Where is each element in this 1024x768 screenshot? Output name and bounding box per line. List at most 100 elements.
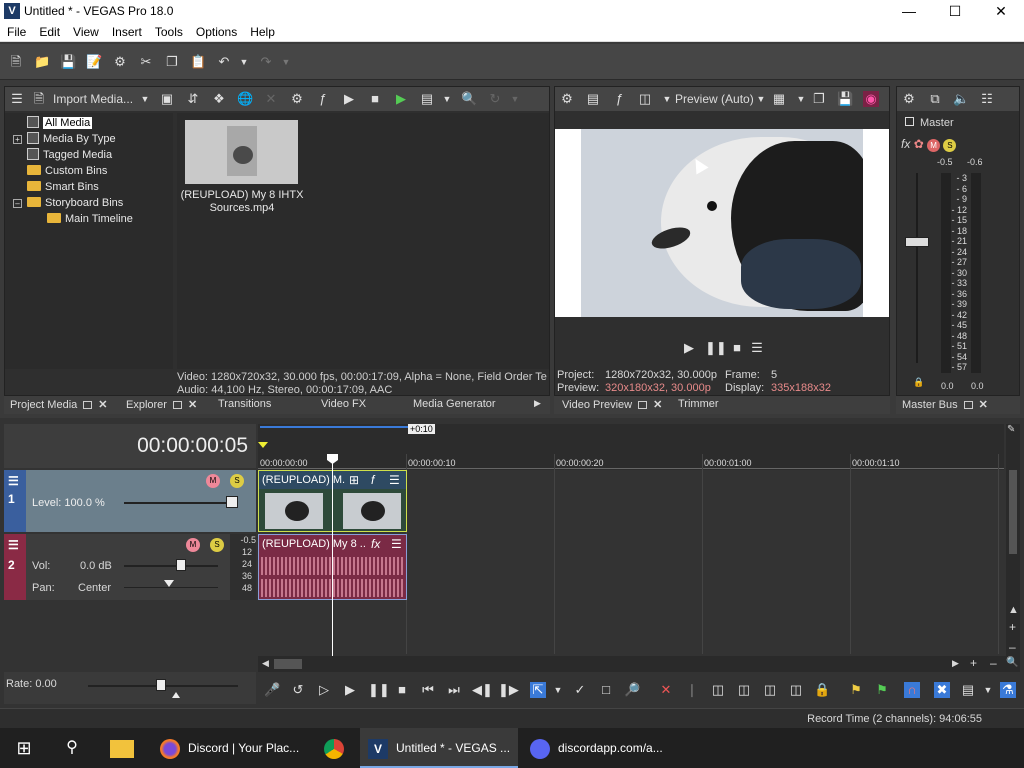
play-preview-icon[interactable]: ▶ bbox=[341, 91, 357, 107]
selection-tool-icon[interactable]: □ bbox=[598, 682, 614, 698]
capture-icon[interactable]: ▣ bbox=[159, 91, 175, 107]
media-properties-gear-icon[interactable]: ⚙ bbox=[289, 91, 305, 107]
overlays-dropdown-icon[interactable]: ▼ bbox=[793, 91, 809, 107]
undo-dropdown-icon[interactable]: ▼ bbox=[236, 54, 252, 70]
open-folder-icon[interactable]: 📁 bbox=[34, 54, 50, 70]
save-icon[interactable]: 💾 bbox=[60, 54, 76, 70]
track-menu-icon[interactable]: ☰ bbox=[8, 538, 19, 552]
next-frame-icon[interactable]: ❚▶ bbox=[498, 682, 519, 698]
master-properties-gear-icon[interactable]: ⚙ bbox=[901, 91, 917, 107]
views-dropdown-icon[interactable]: ▼ bbox=[439, 91, 455, 107]
color-sampler-icon[interactable]: ◉ bbox=[863, 91, 879, 107]
zoom-out-vertical-icon[interactable]: – bbox=[1009, 640, 1016, 654]
search-taskbar-icon[interactable]: ⚲ bbox=[48, 728, 96, 768]
minimize-button[interactable]: — bbox=[886, 0, 932, 22]
auto-crossfade-icon[interactable]: ✖ bbox=[934, 682, 950, 698]
new-project-icon[interactable]: 🗎 bbox=[8, 54, 24, 70]
auto-ripple-icon[interactable]: ▤ bbox=[960, 682, 976, 698]
vol-slider-track[interactable] bbox=[124, 565, 218, 567]
tree-all-media[interactable]: All Media bbox=[27, 116, 93, 131]
preview-properties-gear-icon[interactable]: ⚙ bbox=[559, 91, 575, 107]
split-dropdown-icon[interactable]: ▼ bbox=[659, 91, 675, 107]
undo-icon[interactable]: ↶ bbox=[216, 54, 232, 70]
trim-start-icon[interactable]: ❘ bbox=[684, 682, 700, 698]
lock-event-icon[interactable]: 🔒 bbox=[814, 682, 830, 698]
file-explorer-icon[interactable] bbox=[100, 728, 144, 768]
views-icon[interactable]: ▤ bbox=[419, 91, 435, 107]
audio-mute-icon[interactable]: M bbox=[186, 538, 200, 552]
tree-smart-bins[interactable]: Smart Bins bbox=[27, 180, 99, 195]
playhead-cursor[interactable] bbox=[332, 454, 333, 656]
go-to-end-icon[interactable]: ⏭ bbox=[446, 682, 462, 698]
split-screen-icon[interactable]: ◫ bbox=[637, 91, 653, 107]
audio-event-fx-icon[interactable]: fx bbox=[371, 537, 380, 551]
master-automation-icon[interactable]: ✿ bbox=[914, 137, 924, 151]
undock-icon[interactable] bbox=[638, 401, 648, 409]
timeline-horizontal-scrollbar[interactable]: ◀ ▶ + – 🔍 bbox=[258, 656, 1020, 672]
import-media-icon[interactable]: 🗎 bbox=[31, 91, 47, 107]
marker-start-icon[interactable] bbox=[258, 442, 268, 448]
master-square-icon[interactable] bbox=[905, 117, 914, 126]
menu-tools[interactable]: Tools bbox=[148, 22, 189, 39]
paste-icon[interactable]: 📋 bbox=[190, 54, 206, 70]
video-level-slider-handle[interactable] bbox=[226, 496, 238, 508]
tree-tagged-media[interactable]: Tagged Media bbox=[27, 148, 112, 163]
timeline-zoom-tool-icon[interactable]: 🔎 bbox=[624, 682, 640, 698]
auto-ripple-dropdown-icon[interactable]: ▼ bbox=[980, 682, 996, 698]
timeline-marker-icon[interactable]: ✎ bbox=[1007, 424, 1015, 435]
timecode-display[interactable]: 00:00:00:05 bbox=[137, 434, 248, 458]
master-lock-icon[interactable]: 🔒 bbox=[913, 377, 924, 388]
remove-unused-icon[interactable]: ❖ bbox=[211, 91, 227, 107]
cut-icon[interactable]: ✂ bbox=[138, 54, 154, 70]
media-menu-icon[interactable]: ☰ bbox=[9, 91, 25, 107]
play-from-start-icon[interactable]: ▷ bbox=[316, 682, 332, 698]
preview-pause-icon[interactable]: ❚❚ bbox=[705, 340, 727, 356]
horizontal-scroll-thumb[interactable] bbox=[274, 659, 302, 669]
tab-video-preview[interactable]: Video Preview ✕ bbox=[562, 398, 662, 411]
menu-insert[interactable]: Insert bbox=[105, 22, 148, 39]
scroll-up-icon[interactable]: ▲ bbox=[1008, 604, 1019, 616]
trim-end-icon[interactable]: ◫ bbox=[736, 682, 752, 698]
close-tab-icon[interactable]: ✕ bbox=[653, 399, 662, 411]
audio-clip-menu-icon[interactable]: ☰ bbox=[391, 537, 402, 551]
tab-trimmer[interactable]: Trimmer bbox=[678, 398, 719, 410]
event-fx-icon[interactable]: f bbox=[371, 473, 374, 487]
pan-slider-track[interactable] bbox=[124, 587, 218, 588]
search-icon[interactable]: 🔍 bbox=[461, 91, 477, 107]
tab-master-bus[interactable]: Master Bus ✕ bbox=[902, 398, 988, 411]
zoom-in-horizontal-icon[interactable]: + bbox=[970, 656, 977, 670]
copy-icon[interactable]: ❐ bbox=[164, 54, 180, 70]
web-media-icon[interactable]: 🌐 bbox=[237, 91, 253, 107]
insert-marker-icon[interactable]: ⚑ bbox=[848, 682, 864, 698]
pan-crop-icon[interactable]: ⊞ bbox=[349, 473, 359, 487]
menu-view[interactable]: View bbox=[66, 22, 105, 39]
video-mute-icon[interactable]: M bbox=[206, 474, 220, 488]
taskbar-vegas[interactable]: V Untitled * - VEGAS ... bbox=[360, 728, 518, 768]
close-tab-icon[interactable]: ✕ bbox=[98, 399, 107, 411]
close-button[interactable]: ✕ bbox=[978, 0, 1024, 22]
undock-icon[interactable] bbox=[83, 401, 93, 409]
video-track-header[interactable]: M S Level: 100.0 % bbox=[26, 470, 256, 532]
master-fx-icon[interactable]: fx bbox=[901, 137, 910, 151]
overlays-grid-icon[interactable]: ▦ bbox=[771, 91, 787, 107]
menu-help[interactable]: Help bbox=[243, 22, 281, 39]
ripple-icon[interactable]: ◫ bbox=[788, 682, 804, 698]
media-thumbnail[interactable] bbox=[185, 120, 298, 184]
auto-preview-icon[interactable]: ▶ bbox=[393, 91, 409, 107]
preview-play-icon[interactable]: ▶ bbox=[681, 340, 697, 356]
video-track-number[interactable]: ☰ 1 bbox=[4, 470, 26, 532]
master-solo-icon[interactable]: S bbox=[943, 139, 957, 152]
audio-track-number[interactable]: ☰ 2 bbox=[4, 534, 26, 600]
insert-region-icon[interactable]: ⚑ bbox=[874, 682, 890, 698]
tab-project-media[interactable]: Project Media ✕ bbox=[10, 398, 107, 411]
save-snapshot-icon[interactable]: 💾 bbox=[837, 91, 853, 107]
collapse-icon[interactable]: – bbox=[13, 199, 22, 208]
quality-dropdown-icon[interactable]: ▼ bbox=[753, 91, 769, 107]
tab-explorer[interactable]: Explorer ✕ bbox=[126, 398, 197, 411]
menu-file[interactable]: File bbox=[0, 22, 32, 39]
import-dropdown-icon[interactable]: ▼ bbox=[137, 91, 153, 107]
master-mute-icon[interactable]: M bbox=[927, 139, 941, 152]
preview-quality-select[interactable]: Preview (Auto) bbox=[675, 92, 754, 106]
normal-edit-tool-icon[interactable]: ⇱ bbox=[530, 682, 546, 698]
tab-video-fx[interactable]: Video FX bbox=[321, 398, 366, 410]
